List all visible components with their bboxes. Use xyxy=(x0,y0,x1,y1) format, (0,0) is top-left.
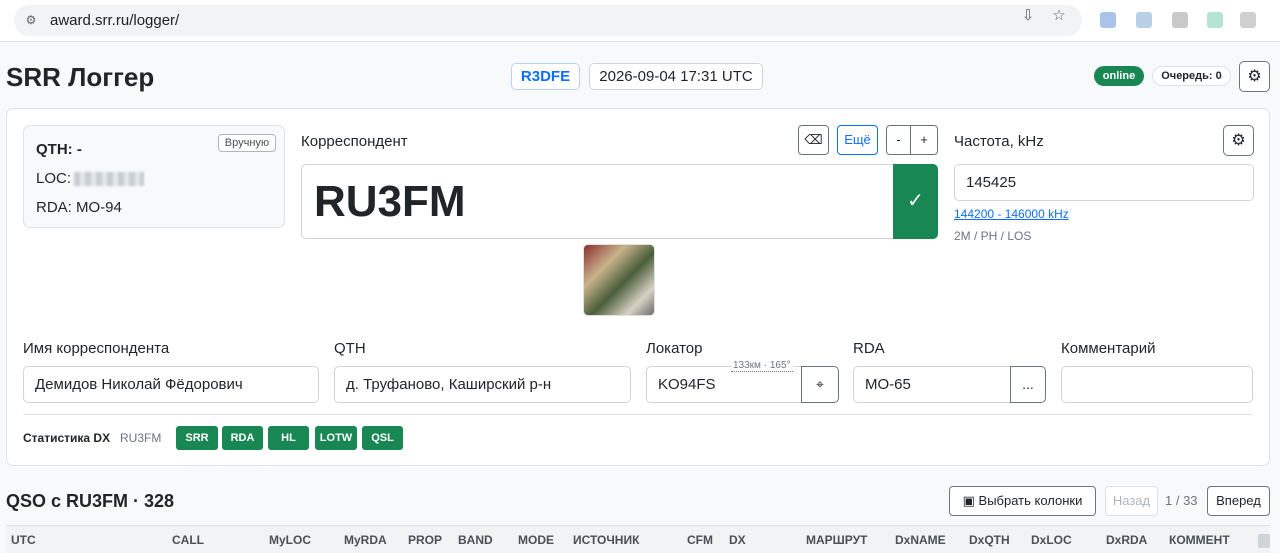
dx-stats-label: Статистика DX xyxy=(23,431,111,445)
column-header[interactable]: PROP xyxy=(408,533,442,547)
stat-badge-hl[interactable]: HL xyxy=(268,426,309,450)
install-app-icon[interactable]: ⇩ xyxy=(1020,8,1036,24)
stat-badge-qsl[interactable]: QSL xyxy=(362,426,403,450)
divider xyxy=(23,414,1253,415)
utc-clock: 2026-09-04 17:31 UTC xyxy=(589,63,763,90)
correspondent-photo[interactable] xyxy=(583,244,655,316)
qso-table-header: UTC CALL MyLOC MyRDA PROP BAND MODE ИСТО… xyxy=(6,525,1270,553)
settings-button[interactable]: ⚙ xyxy=(1239,61,1270,92)
stat-badge-srr[interactable]: SRR xyxy=(176,426,218,450)
prev-page-button[interactable]: Назад xyxy=(1105,486,1158,516)
frequency-settings-button[interactable]: ⚙ xyxy=(1223,125,1254,156)
extension-icon[interactable] xyxy=(1136,12,1152,28)
decrease-button[interactable]: - xyxy=(886,125,911,155)
my-station-box: QTH: - Вручную LOC: RDA: MO-94 xyxy=(23,125,285,228)
more-button[interactable]: Ещё xyxy=(837,125,878,155)
column-header[interactable]: BAND xyxy=(458,533,493,547)
columns-icon: ▣ xyxy=(962,493,975,508)
url-text[interactable]: award.srr.ru/logger/ xyxy=(50,12,179,29)
column-header[interactable]: DX xyxy=(729,533,746,547)
stat-badge-lotw[interactable]: LOTW xyxy=(315,426,357,450)
crosshair-icon: ⌖ xyxy=(816,376,824,392)
redacted-locator xyxy=(74,172,145,187)
qso-section-title: QSO с RU3FM · 328 xyxy=(6,491,175,511)
column-header[interactable]: DxQTH xyxy=(969,533,1010,547)
comment-label: Комментарий xyxy=(1061,340,1156,357)
browser-toolbar: ⚙ award.srr.ru/logger/ ⇩ ☆ xyxy=(0,0,1280,42)
status-badge: online xyxy=(1094,66,1144,86)
name-input[interactable]: Демидов Николай Фёдорович xyxy=(23,366,319,403)
frequency-label: Частота, kHz xyxy=(954,133,1044,150)
my-locator: LOC: xyxy=(36,170,145,187)
frequency-range-link[interactable]: 144200 - 146000 kHz xyxy=(954,207,1069,221)
column-header[interactable]: CALL xyxy=(172,533,204,547)
my-locator-label: LOC: xyxy=(36,170,72,187)
column-header[interactable]: DxNAME xyxy=(895,533,946,547)
bookmark-star-icon[interactable]: ☆ xyxy=(1051,8,1067,24)
column-header[interactable]: MyLOC xyxy=(269,533,311,547)
address-bar[interactable]: ⚙ award.srr.ru/logger/ xyxy=(14,5,1082,36)
column-header[interactable]: UTC xyxy=(11,533,36,547)
gear-icon: ⚙ xyxy=(1231,132,1246,149)
manual-button[interactable]: Вручную xyxy=(218,134,276,152)
column-header[interactable]: МАРШРУТ xyxy=(806,533,867,547)
scroll-handle[interactable] xyxy=(1258,534,1270,548)
my-qth: QTH: - xyxy=(36,141,82,158)
name-label: Имя корреспондента xyxy=(23,340,170,357)
rda-input[interactable]: MO-65 xyxy=(853,366,1011,403)
queue-badge: Очередь: 0 xyxy=(1152,66,1231,86)
extension-icon[interactable] xyxy=(1207,12,1223,28)
select-columns-button[interactable]: ▣ Выбрать колонки xyxy=(949,486,1096,516)
my-callsign-badge: R3DFE xyxy=(511,63,580,90)
next-page-button[interactable]: Вперед xyxy=(1207,486,1270,516)
gear-icon: ⚙ xyxy=(1247,68,1262,85)
locator-label: Локатор xyxy=(646,340,703,357)
extension-icon[interactable] xyxy=(1172,12,1188,28)
correspondent-label: Корреспондент xyxy=(301,133,408,150)
confirm-button[interactable]: ✓ xyxy=(893,164,938,239)
locate-button[interactable]: ⌖ xyxy=(801,366,839,403)
locator-distance: 133км · 165° xyxy=(731,360,793,372)
qth-input[interactable]: д. Труфаново, Каширский р-н xyxy=(334,366,631,403)
extension-icon[interactable] xyxy=(1100,12,1116,28)
qso-entry-card: QTH: - Вручную LOC: RDA: MO-94 Корреспон… xyxy=(6,108,1270,466)
check-icon: ✓ xyxy=(907,190,924,212)
rda-more-button[interactable]: ... xyxy=(1010,366,1046,403)
increase-button[interactable]: + xyxy=(910,125,938,155)
select-columns-label: Выбрать колонки xyxy=(978,493,1083,508)
column-header[interactable]: MODE xyxy=(518,533,554,547)
column-header[interactable]: CFM xyxy=(687,533,713,547)
callsign-input[interactable]: RU3FM xyxy=(301,164,894,239)
frequency-input[interactable]: 145425 xyxy=(954,164,1254,201)
column-header[interactable]: DxRDA xyxy=(1106,533,1147,547)
clear-button[interactable]: ⌫ xyxy=(798,125,829,155)
stat-badge-rda[interactable]: RDA xyxy=(222,426,263,450)
extension-icon[interactable] xyxy=(1240,12,1256,28)
column-header[interactable]: DxLOC xyxy=(1031,533,1072,547)
eraser-icon: ⌫ xyxy=(804,132,823,147)
rda-label: RDA xyxy=(853,340,885,357)
page-title: SRR Логгер xyxy=(6,62,155,92)
column-header[interactable]: ИСТОЧНИК xyxy=(573,533,639,547)
my-rda: RDA: MO-94 xyxy=(36,199,122,216)
band-mode-info: 2M / PH / LOS xyxy=(954,229,1032,243)
qth-label: QTH xyxy=(334,340,366,357)
column-header[interactable]: КОММЕНТ xyxy=(1169,533,1230,547)
column-header[interactable]: MyRDA xyxy=(344,533,387,547)
dx-stats-call: RU3FM xyxy=(120,431,162,445)
comment-input[interactable] xyxy=(1061,366,1253,403)
site-settings-icon[interactable]: ⚙ xyxy=(24,13,38,27)
page-indicator: 1 / 33 xyxy=(1165,493,1198,508)
